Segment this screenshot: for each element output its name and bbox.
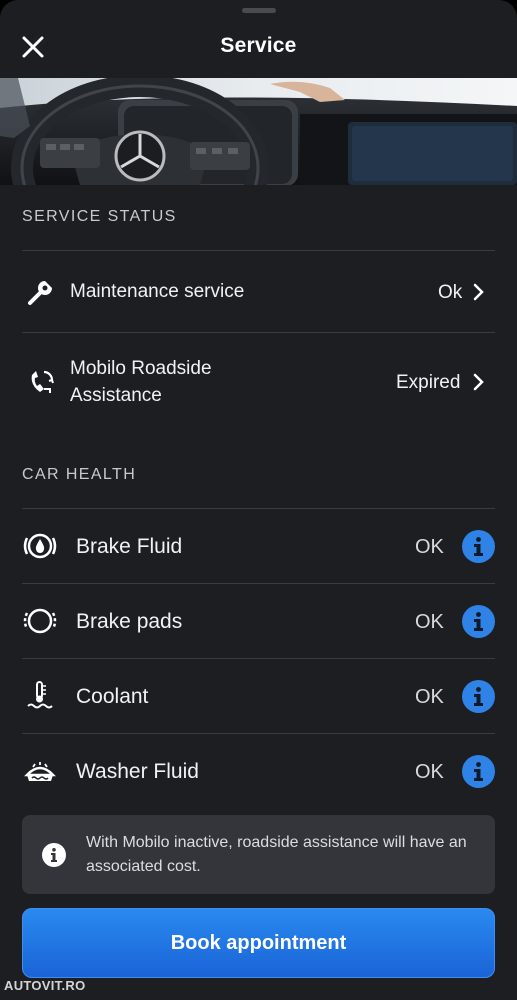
- brake-pads-label: Brake pads: [76, 610, 183, 633]
- brake-fluid-label: Brake Fluid: [76, 535, 183, 558]
- book-appointment-button[interactable]: Book appointment: [22, 908, 495, 978]
- brake-fluid-icon: [22, 528, 58, 564]
- car-interior-image: [0, 78, 517, 185]
- brake-pads-info-button[interactable]: [462, 605, 495, 638]
- coolant-status: OK: [415, 686, 444, 708]
- chevron-right-icon: [473, 283, 485, 301]
- service-status-heading: SERVICE STATUS: [22, 208, 177, 225]
- wrench-icon: [24, 277, 56, 309]
- maintenance-service-row[interactable]: Maintenance service Ok: [0, 251, 517, 332]
- header: Service: [0, 0, 517, 78]
- info-icon: [474, 687, 483, 706]
- coolant-row: Coolant OK: [0, 659, 517, 734]
- notice-text: With Mobilo inactive, roadside assistanc…: [86, 834, 467, 875]
- brake-fluid-info-button[interactable]: [462, 530, 495, 563]
- brake-pads-row: Brake pads OK: [0, 584, 517, 659]
- brake-pads-status: OK: [415, 611, 444, 633]
- roadside-assistance-label: Mobilo Roadside Assistance: [70, 355, 212, 409]
- roadside-phone-icon: [26, 367, 56, 397]
- service-sheet: Service SERVICE STATUS Maintenance servi…: [0, 0, 517, 1000]
- info-icon: [474, 612, 483, 631]
- roadside-assistance-status: Expired: [396, 372, 461, 393]
- chevron-right-icon: [473, 373, 485, 391]
- washer-fluid-status: OK: [415, 761, 444, 783]
- coolant-label: Coolant: [76, 685, 149, 708]
- brake-pads-icon: [22, 603, 58, 639]
- maintenance-service-status: Ok: [438, 282, 463, 303]
- brake-fluid-status: OK: [415, 536, 444, 558]
- coolant-info-button[interactable]: [462, 680, 495, 713]
- washer-fluid-label: Washer Fluid: [76, 760, 199, 783]
- roadside-assistance-label-line1: Mobilo Roadside: [70, 358, 212, 379]
- mobilo-notice: With Mobilo inactive, roadside assistanc…: [22, 815, 495, 894]
- maintenance-service-label: Maintenance service: [70, 281, 245, 302]
- washer-fluid-info-button[interactable]: [462, 755, 495, 788]
- washer-fluid-row: Washer Fluid OK: [0, 734, 517, 809]
- page-title: Service: [220, 34, 297, 57]
- info-icon: [474, 537, 483, 556]
- roadside-assistance-row[interactable]: Mobilo Roadside Assistance Expired: [0, 333, 517, 431]
- book-appointment-label: Book appointment: [170, 932, 347, 954]
- watermark: AUTOVIT.RO: [4, 978, 86, 993]
- washer-fluid-icon: [22, 753, 58, 789]
- car-health-heading: CAR HEALTH: [22, 466, 137, 483]
- roadside-assistance-label-line2: Assistance: [70, 385, 162, 406]
- info-icon: [474, 762, 483, 781]
- brake-fluid-row: Brake Fluid OK: [0, 509, 517, 584]
- info-icon: [42, 843, 66, 867]
- coolant-icon: [22, 678, 58, 714]
